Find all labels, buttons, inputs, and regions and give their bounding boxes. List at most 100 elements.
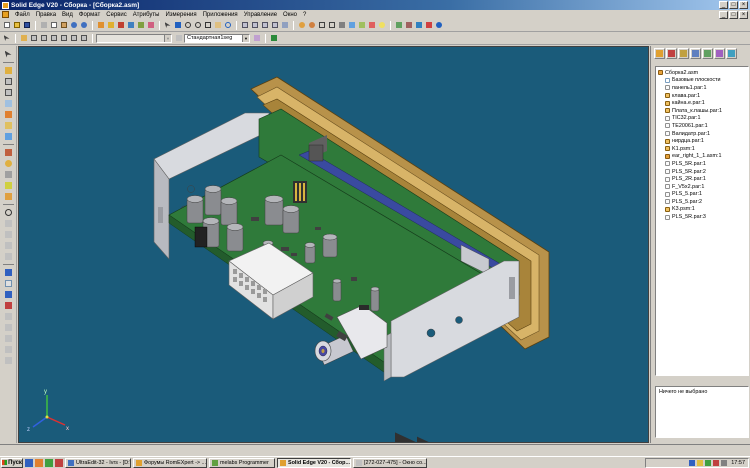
network-icon[interactable] — [689, 460, 696, 466]
new-icon[interactable] — [2, 21, 11, 30]
pipe-icon[interactable] — [3, 322, 14, 332]
pattern-icon[interactable] — [3, 240, 14, 250]
select-tool-icon[interactable] — [3, 49, 14, 59]
check-icon[interactable] — [414, 21, 423, 30]
layers-icon[interactable] — [690, 47, 701, 59]
copy-icon[interactable] — [49, 21, 58, 30]
assembly-path-icon[interactable] — [19, 34, 28, 43]
interference-icon[interactable] — [3, 355, 14, 365]
wireframe-icon[interactable] — [317, 21, 326, 30]
taskbar-button[interactable]: UltraEdit-32 - Ivrs - [D:\... — [65, 457, 131, 468]
fit-icon[interactable] — [203, 21, 212, 30]
measure-icon[interactable] — [3, 344, 14, 354]
insert-icon[interactable] — [3, 98, 14, 108]
insert-icon[interactable] — [69, 34, 78, 43]
menu-attributes[interactable]: Атрибуты — [130, 12, 163, 18]
tree-item[interactable]: F_V5x2.par:1 — [657, 183, 747, 191]
assembly-icon[interactable] — [106, 21, 115, 30]
menu-applications[interactable]: Приложения — [200, 12, 241, 18]
style-manager-icon[interactable] — [269, 34, 278, 43]
paste-icon[interactable] — [59, 21, 68, 30]
revolve-icon[interactable] — [3, 229, 14, 239]
parts-library-icon[interactable] — [96, 21, 105, 30]
mdi-minimize-button[interactable]: _ — [719, 11, 728, 19]
hole-icon[interactable] — [3, 207, 14, 217]
open-icon[interactable] — [12, 21, 21, 30]
pan-icon[interactable] — [213, 21, 222, 30]
layout-icon[interactable] — [59, 34, 68, 43]
menu-file[interactable]: Файл — [12, 12, 33, 18]
coordinate-icon[interactable] — [3, 289, 14, 299]
taskbar-button[interactable]: Форумы RomEXpert -> ... — [133, 457, 207, 468]
angle-icon[interactable] — [3, 131, 14, 141]
mdi-close-button[interactable]: × — [739, 11, 748, 19]
media-icon[interactable] — [45, 458, 53, 467]
feature-library-icon[interactable] — [678, 47, 689, 59]
tree-item[interactable]: PLS_5R.par:2 — [657, 168, 747, 176]
tree-item[interactable]: PLS_2R.par:1 — [657, 175, 747, 183]
layer-props-icon[interactable] — [174, 34, 183, 43]
tree-item[interactable]: нирдца.par:1 — [657, 137, 747, 145]
redo-icon[interactable] — [79, 21, 88, 30]
undo-icon[interactable] — [69, 21, 78, 30]
view-front-icon[interactable] — [260, 21, 269, 30]
chevron-down-icon[interactable]: ▼ — [164, 34, 171, 42]
place-part-icon[interactable] — [3, 65, 14, 75]
tree-item[interactable]: K1.psm:1 — [657, 145, 747, 153]
tree-item[interactable]: PLS_5R.par:3 — [657, 213, 747, 221]
tree-item[interactable]: TIC32.par:1 — [657, 115, 747, 123]
view-top-icon[interactable] — [250, 21, 259, 30]
taskbar-button[interactable]: Solid Edge V20 - Сбор... — [277, 457, 351, 468]
connect-icon[interactable] — [3, 120, 14, 130]
lights-icon[interactable] — [377, 21, 386, 30]
tree-item[interactable]: Плата_к.пашы.par:1 — [657, 107, 747, 115]
sketch-icon[interactable] — [3, 267, 14, 277]
tree-item[interactable]: Валидатр.par:1 — [657, 130, 747, 138]
pattern-icon[interactable] — [39, 34, 48, 43]
texture-icon[interactable] — [357, 21, 366, 30]
tree-item[interactable]: панель1.par:1 — [657, 84, 747, 92]
minimize-button[interactable]: _ — [719, 1, 728, 9]
color-icon[interactable] — [252, 34, 261, 43]
tray-app-icon[interactable] — [713, 460, 720, 466]
interference-icon[interactable] — [424, 21, 433, 30]
mirror-icon[interactable] — [3, 251, 14, 261]
tree-item[interactable]: Сборка2.asm — [657, 69, 747, 77]
select-icon[interactable] — [163, 21, 172, 30]
layer-combo[interactable]: ▼ — [96, 33, 172, 43]
group-icon[interactable] — [29, 34, 38, 43]
tree-item[interactable]: ear_right_1_1.asm:1 — [657, 153, 747, 161]
app-icon[interactable] — [2, 1, 9, 9]
close-button[interactable]: × — [739, 1, 748, 9]
shaded-icon[interactable] — [297, 21, 306, 30]
mate-icon[interactable] — [3, 76, 14, 86]
tree-item[interactable]: PLS_5R.par:1 — [657, 160, 747, 168]
menu-window[interactable]: Окно — [280, 12, 300, 18]
frame-icon[interactable] — [3, 311, 14, 321]
plane-icon[interactable] — [3, 278, 14, 288]
mdi-restore-button[interactable]: □ — [729, 11, 738, 19]
part-icon[interactable] — [116, 21, 125, 30]
named-views-icon[interactable] — [280, 21, 289, 30]
sketch-icon[interactable] — [367, 21, 376, 30]
chevron-down-icon[interactable]: ▼ — [242, 34, 249, 42]
explorer-icon[interactable] — [55, 458, 63, 467]
drag-icon[interactable] — [3, 169, 14, 179]
menu-help[interactable]: ? — [300, 12, 309, 18]
pathfinder-icon[interactable] — [654, 47, 665, 59]
menu-tools[interactable]: Сервис — [103, 12, 130, 18]
desktop-icon[interactable] — [25, 458, 33, 467]
language-icon[interactable] — [721, 460, 728, 466]
rotate-icon[interactable] — [223, 21, 232, 30]
parts-library-icon[interactable] — [666, 47, 677, 59]
rotate-part-icon[interactable] — [3, 158, 14, 168]
zoom-area-icon[interactable] — [183, 21, 192, 30]
mirror-icon[interactable] — [49, 34, 58, 43]
menu-measure[interactable]: Измерения — [162, 12, 199, 18]
menu-manage[interactable]: Управление — [241, 12, 280, 18]
simplify-icon[interactable] — [726, 47, 737, 59]
assembly-model[interactable]: y x z — [19, 47, 649, 443]
taskbar-button[interactable]: [272-027-475] - Окно со... — [353, 457, 427, 468]
view-right-icon[interactable] — [270, 21, 279, 30]
title-bar[interactable]: Solid Edge V20 - Сборка - [Сборка2.asm] … — [0, 0, 750, 10]
